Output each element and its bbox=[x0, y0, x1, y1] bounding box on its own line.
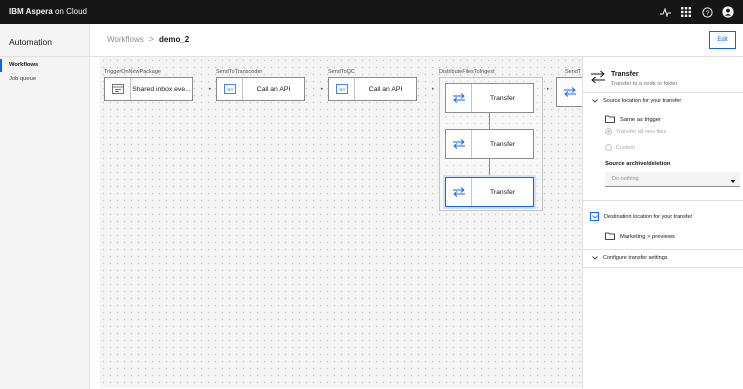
chevron-down-icon bbox=[591, 97, 598, 104]
archive-select-value: Do nothing bbox=[612, 176, 639, 182]
configure-section-label: Configure transfer settings bbox=[603, 254, 668, 261]
source-section-toggle[interactable]: Source location for your transfer bbox=[591, 97, 681, 104]
breadcrumb-separator: > bbox=[148, 34, 155, 44]
api-icon: api bbox=[329, 78, 355, 100]
package-icon bbox=[105, 78, 131, 100]
workflow-canvas[interactable]: TriggerOnNewPackage SendToTranscoder Sen… bbox=[100, 57, 582, 388]
chevron-down-icon bbox=[591, 254, 598, 261]
api-icon: api bbox=[217, 78, 243, 100]
radio-transfer-all-new-files[interactable]: Transfer all new files bbox=[605, 128, 666, 135]
chevron-down-icon bbox=[590, 212, 599, 221]
radio-button bbox=[605, 144, 612, 151]
radio-custom[interactable]: Custom bbox=[605, 144, 635, 151]
destination-section-label: Destination location for your transfer bbox=[604, 213, 693, 220]
connector-line bbox=[489, 113, 490, 129]
node-call-api-transcoder[interactable]: api Call an API bbox=[216, 77, 305, 101]
connector-arrow: ▸ bbox=[321, 86, 324, 92]
archive-deletion-select[interactable]: Do nothing bbox=[605, 172, 740, 187]
node-call-api-qc[interactable]: api Call an API bbox=[328, 77, 417, 101]
destination-folder-label: Marketing > previews bbox=[620, 234, 675, 240]
top-bar: IBM Aspera on Cloud ? bbox=[0, 0, 743, 24]
archive-field-label: Source archive/deletion bbox=[605, 161, 671, 167]
radio-transfer-all-label: Transfer all new files bbox=[616, 128, 667, 135]
sidebar-item-job-queue[interactable]: Job queue bbox=[0, 73, 90, 86]
step-label-transcoder: SendToTranscoder bbox=[216, 69, 263, 75]
transfer-icon bbox=[446, 130, 472, 158]
node-label: Transfer bbox=[489, 140, 516, 148]
radio-button-selected bbox=[605, 128, 612, 135]
node-send-partial[interactable] bbox=[556, 77, 582, 107]
transfer-icon bbox=[446, 84, 472, 112]
panel-title: Transfer bbox=[611, 71, 639, 78]
transfer-icon bbox=[446, 178, 472, 206]
panel-divider bbox=[583, 92, 743, 93]
step-label-qc: SendToQC bbox=[328, 69, 355, 75]
step-label-trigger: TriggerOnNewPackage bbox=[104, 69, 161, 75]
brand-name[interactable]: IBM Aspera on Cloud bbox=[9, 7, 87, 16]
node-label: Transfer bbox=[489, 94, 516, 102]
node-shared-inbox-trigger[interactable]: Shared inbox eve... bbox=[104, 77, 193, 101]
node-label: Transfer bbox=[489, 188, 516, 196]
caret-down-icon bbox=[730, 176, 736, 191]
page-title: demo_2 bbox=[159, 34, 190, 44]
source-folder-label: Same as trigger bbox=[620, 117, 661, 123]
connector-arrow: ▸ bbox=[209, 86, 212, 92]
svg-text:?: ? bbox=[705, 10, 709, 17]
connector-line bbox=[489, 159, 490, 177]
help-icon[interactable]: ? bbox=[700, 5, 714, 19]
folder-icon bbox=[605, 232, 615, 242]
breadcrumb-workflows-link[interactable]: Workflows bbox=[107, 35, 144, 44]
edit-button[interactable]: Edit bbox=[709, 31, 736, 49]
step-label-distribute: DistributeFilesToIngest bbox=[439, 69, 495, 75]
brand-rest: on Cloud bbox=[54, 7, 87, 16]
sidebar-item-workflows[interactable]: Workflows bbox=[0, 59, 90, 72]
transfer-icon bbox=[557, 78, 582, 106]
configure-section-toggle[interactable]: Configure transfer settings bbox=[591, 254, 668, 261]
node-label: Call an API bbox=[368, 85, 403, 93]
node-transfer-2[interactable]: Transfer bbox=[445, 129, 534, 159]
breadcrumb: Workflows > demo_2 bbox=[107, 34, 189, 44]
svg-text:api: api bbox=[227, 87, 232, 92]
svg-text:api: api bbox=[339, 87, 344, 92]
destination-folder[interactable]: Marketing > previews bbox=[605, 232, 675, 242]
page-header: Workflows > demo_2 Edit bbox=[90, 24, 743, 57]
app-switcher-icon[interactable] bbox=[679, 5, 693, 19]
top-icons: ? bbox=[658, 5, 735, 19]
panel-divider bbox=[583, 249, 743, 250]
connector-arrow: ▸ bbox=[432, 86, 435, 92]
radio-custom-label: Custom bbox=[616, 144, 635, 151]
activity-icon[interactable] bbox=[658, 5, 672, 19]
node-transfer-1[interactable]: Transfer bbox=[445, 83, 534, 113]
user-avatar-icon[interactable] bbox=[721, 5, 735, 19]
destination-section-toggle[interactable]: Destination location for your transfer bbox=[590, 212, 692, 221]
step-label-sendt: SendT bbox=[565, 69, 582, 75]
transfer-icon bbox=[590, 70, 606, 84]
source-section-label: Source location for your transfer bbox=[603, 97, 682, 104]
panel-divider bbox=[583, 200, 743, 201]
node-transfer-3-selected[interactable]: Transfer bbox=[445, 177, 534, 207]
connector-arrow: ▸ bbox=[547, 86, 550, 92]
sidebar-divider bbox=[0, 56, 90, 57]
step-details-panel: Transfer Transfer to a node or folder So… bbox=[582, 57, 743, 389]
panel-subtitle: Transfer to a node or folder bbox=[611, 81, 678, 87]
brand-strong: IBM Aspera bbox=[9, 7, 53, 16]
source-folder-same-as-trigger[interactable]: Same as trigger bbox=[605, 115, 661, 125]
sidebar-title: Automation bbox=[9, 37, 52, 47]
panel-divider bbox=[583, 267, 743, 268]
node-label: Call an API bbox=[256, 85, 291, 93]
left-sidebar: Automation Workflows Job queue bbox=[0, 24, 90, 389]
node-label: Shared inbox eve... bbox=[132, 85, 191, 93]
folder-icon bbox=[605, 115, 615, 125]
